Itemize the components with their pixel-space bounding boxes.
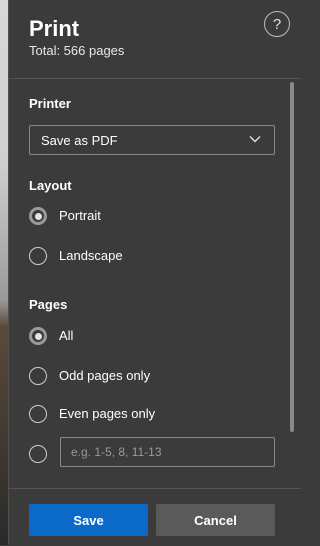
layout-option-portrait[interactable]: Portrait bbox=[29, 206, 269, 228]
dialog-title: Print bbox=[29, 16, 80, 41]
custom-page-range-input[interactable] bbox=[60, 437, 275, 467]
help-icon: ? bbox=[272, 15, 282, 33]
landscape-label: Landscape bbox=[59, 248, 123, 263]
cancel-button[interactable]: Cancel bbox=[156, 504, 275, 536]
help-button[interactable]: ? bbox=[264, 11, 290, 37]
all-pages-radio[interactable] bbox=[29, 327, 47, 345]
portrait-radio[interactable] bbox=[29, 207, 47, 225]
printer-label: Printer bbox=[29, 96, 71, 111]
pages-label: Pages bbox=[29, 297, 68, 312]
even-pages-label: Even pages only bbox=[59, 406, 156, 421]
custom-pages-radio[interactable] bbox=[29, 445, 47, 463]
dialog-header: Print Total: 566 pages ? bbox=[9, 0, 301, 79]
even-pages-radio[interactable] bbox=[29, 405, 47, 423]
page-count-text: Total: 566 pages bbox=[29, 43, 125, 58]
pages-option-custom[interactable] bbox=[29, 444, 53, 466]
layout-label: Layout bbox=[29, 178, 72, 193]
pages-option-all[interactable]: All bbox=[29, 326, 269, 348]
printer-select-value: Save as PDF bbox=[41, 133, 118, 148]
printer-select[interactable]: Save as PDF bbox=[29, 125, 275, 155]
pages-option-odd[interactable]: Odd pages only bbox=[29, 366, 269, 388]
all-pages-label: All bbox=[59, 328, 74, 343]
save-button[interactable]: Save bbox=[29, 504, 148, 536]
odd-pages-label: Odd pages only bbox=[59, 368, 151, 383]
pages-option-even[interactable]: Even pages only bbox=[29, 404, 269, 426]
odd-pages-radio[interactable] bbox=[29, 367, 47, 385]
chevron-down-icon bbox=[248, 132, 262, 151]
landscape-radio[interactable] bbox=[29, 247, 47, 265]
layout-option-landscape[interactable]: Landscape bbox=[29, 246, 269, 268]
scrollbar[interactable] bbox=[290, 82, 294, 432]
dialog-footer: Save Cancel bbox=[9, 488, 301, 546]
portrait-label: Portrait bbox=[59, 208, 101, 223]
print-dialog: Print Total: 566 pages ? Printer Save as… bbox=[8, 0, 301, 545]
